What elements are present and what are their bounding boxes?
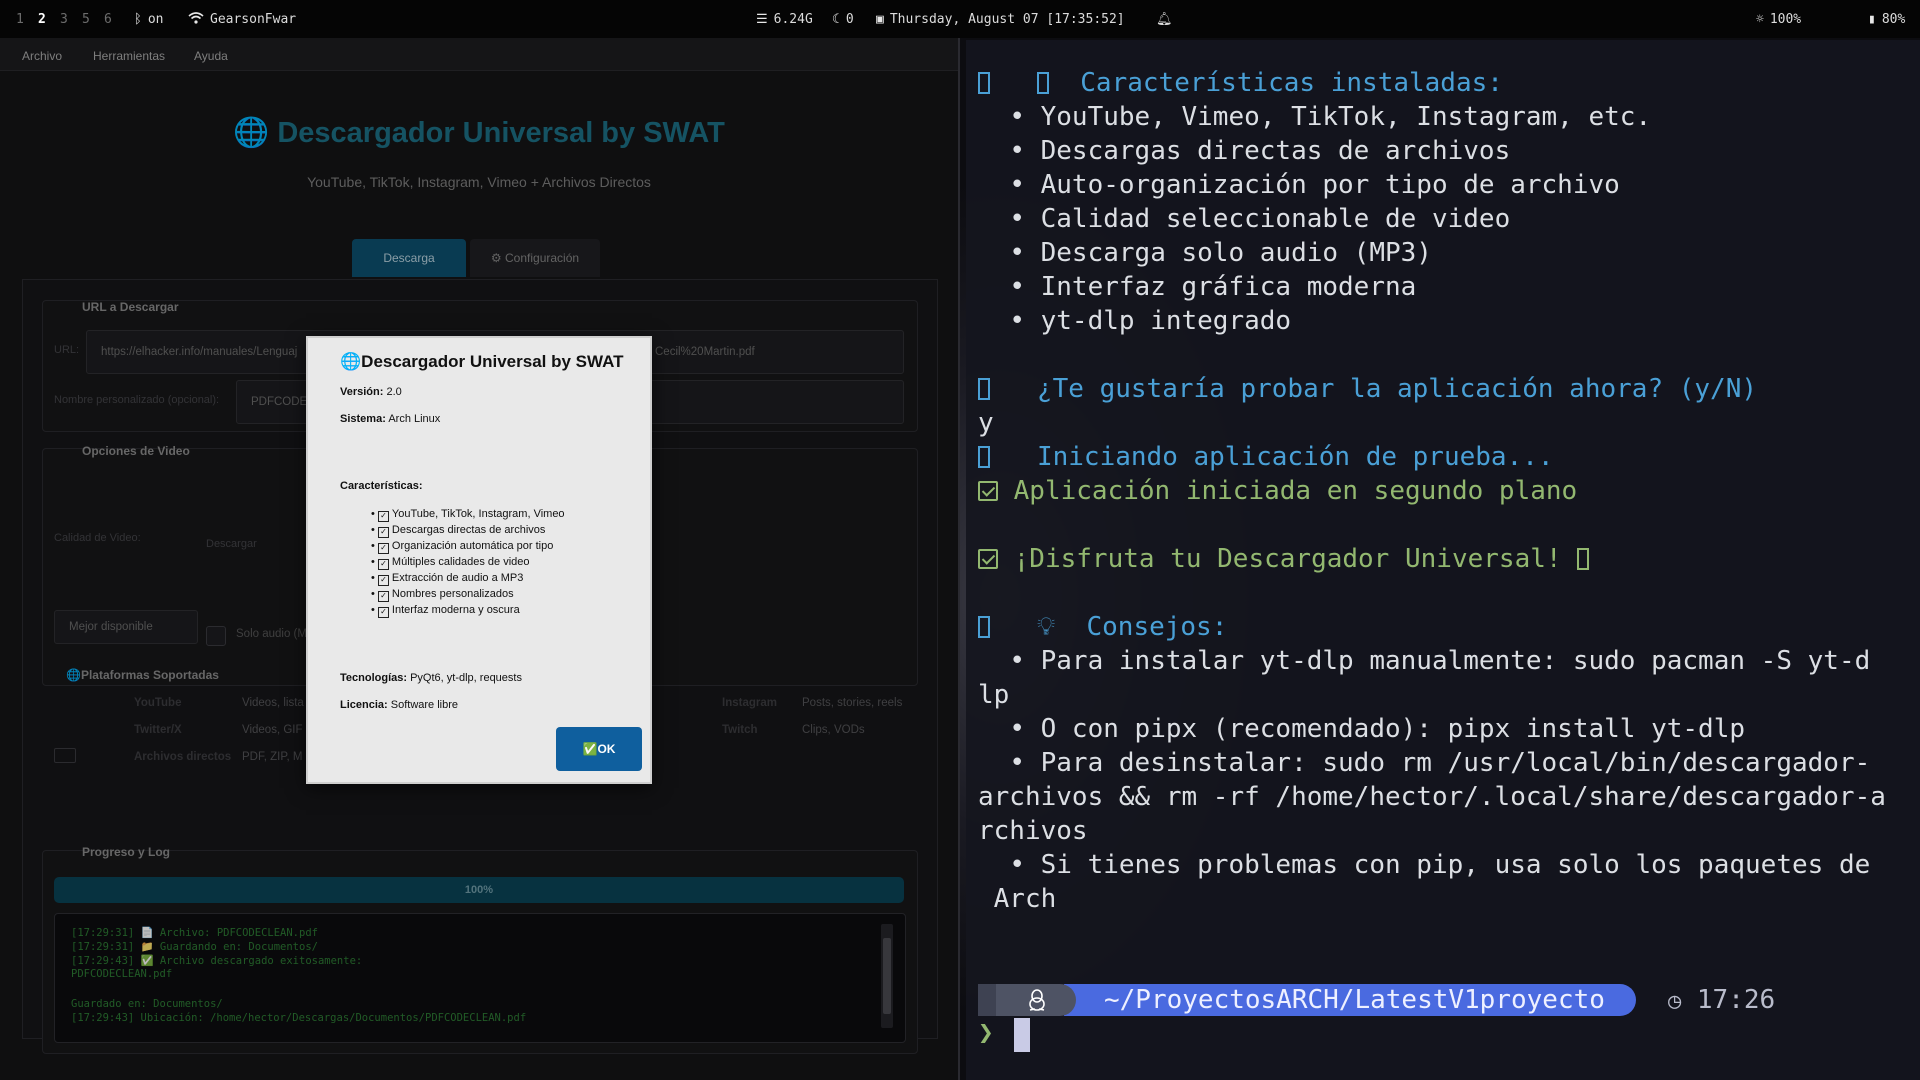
feature-line: • Descarga solo audio (MP3) bbox=[1009, 238, 1432, 268]
tip-line: • Para desinstalar: sudo rm /usr/local/b… bbox=[1009, 748, 1871, 778]
checkbox-icon: ✓ bbox=[377, 575, 389, 586]
wifi-icon bbox=[188, 12, 204, 24]
feature-line: • YouTube, Vimeo, TikTok, Instagram, etc… bbox=[1009, 102, 1652, 132]
tip-line: • Si tienes problemas con pip, usa solo … bbox=[1009, 850, 1871, 880]
battery-icon: ▮ bbox=[1868, 12, 1876, 27]
workspace-3[interactable]: 3 bbox=[60, 12, 68, 27]
prompt-path: ~/ProyectosARCH/LatestV1proyecto bbox=[1104, 985, 1605, 1015]
bluetooth-icon: ᛒ bbox=[134, 12, 142, 27]
feature-item: • ✓ Descargas directas de archivos bbox=[371, 524, 546, 538]
shell-prompt: ~/ProyectosARCH/LatestV1proyecto bbox=[978, 984, 1648, 1016]
feature-item: • ✓ Nombres personalizados bbox=[371, 588, 514, 602]
checkbox-icon: ✓ bbox=[377, 591, 389, 602]
feature-item: • ✓ Extracción de audio a MP3 bbox=[371, 572, 524, 586]
wifi-status[interactable]: GearsonFwar bbox=[188, 12, 296, 27]
brightness-icon: ☼ bbox=[1756, 12, 1764, 27]
answer-line: y bbox=[978, 408, 994, 438]
updates-status[interactable]: ☾ 0 bbox=[832, 12, 854, 27]
tip-line: archivos && rm -rf /home/hector/.local/s… bbox=[978, 782, 1886, 812]
feature-line: • yt-dlp integrado bbox=[1009, 306, 1292, 336]
feature-item: • ✓ Múltiples calidades de video bbox=[371, 556, 530, 570]
tip-line: • Para instalar yt-dlp manualmente: sudo… bbox=[1009, 646, 1871, 676]
tip-line: Arch bbox=[978, 884, 1057, 914]
clock-icon: ◷ bbox=[1668, 989, 1682, 1014]
checkbox-icon: ✓ bbox=[377, 527, 389, 538]
prompt-caret: ❯ bbox=[978, 1018, 994, 1048]
started-line: Aplicación iniciada en segundo plano bbox=[978, 476, 1577, 506]
license-line: Licencia: Software libre bbox=[340, 699, 459, 711]
tip-line: rchivos bbox=[978, 816, 1088, 846]
memory-status: ☰ 6.24G bbox=[756, 12, 813, 27]
terminal-window[interactable]: Características instaladas: • YouTube, V… bbox=[966, 40, 1920, 1080]
tip-line: lp bbox=[978, 680, 1010, 710]
question-line: ¿Te gustaría probar la aplicación ahora?… bbox=[978, 374, 1757, 404]
glyph-icon bbox=[978, 378, 990, 400]
linux-icon bbox=[1029, 989, 1045, 1011]
prompt-clock: ◷ 17:26 bbox=[1668, 985, 1776, 1015]
text-cursor bbox=[1014, 1018, 1030, 1052]
checkbox-icon: ✓ bbox=[377, 607, 389, 618]
feature-line: • Calidad seleccionable de video bbox=[1009, 204, 1511, 234]
feature-line: • Interfaz gráfica moderna bbox=[1009, 272, 1417, 302]
dialog-title: 🌐Descargador Universal by SWAT bbox=[340, 352, 624, 371]
checkbox-icon: ✓ bbox=[377, 511, 389, 522]
system-line: Sistema: Arch Linux bbox=[340, 413, 441, 425]
workspace-1[interactable]: 1 bbox=[16, 12, 24, 27]
tips-header: 💡︎ Consejos: bbox=[978, 612, 1227, 643]
check-icon bbox=[978, 481, 998, 501]
technologies-line: Tecnologías: PyQt6, yt-dlp, requests bbox=[340, 672, 522, 684]
workspace-5[interactable]: 5 bbox=[82, 12, 90, 27]
bluetooth-status[interactable]: ᛒ on bbox=[134, 12, 163, 27]
glyph-icon bbox=[1577, 548, 1590, 570]
enjoy-line: ¡Disfruta tu Descargador Universal! bbox=[978, 544, 1590, 574]
lightbulb-icon: 💡︎ bbox=[1036, 612, 1056, 642]
version-line: Versión: 2.0 bbox=[340, 386, 402, 398]
tip-line: • O con pipx (recomendado): pipx install… bbox=[1009, 714, 1746, 744]
glyph-icon bbox=[978, 72, 990, 94]
calendar-icon: ▣ bbox=[876, 12, 884, 27]
workspace-6[interactable]: 6 bbox=[104, 12, 112, 27]
package-icon bbox=[1036, 72, 1049, 94]
feature-item: • ✓ Organización automática por tipo bbox=[371, 540, 554, 554]
glyph-icon bbox=[978, 616, 990, 638]
checkbox-icon: ✓ bbox=[377, 559, 389, 570]
workspace-2[interactable]: 2 bbox=[38, 12, 46, 27]
checkbox-icon: ✓ bbox=[377, 543, 389, 554]
memory-icon: ☰ bbox=[756, 12, 768, 27]
feature-line: • Auto-organización por tipo de archivo bbox=[1009, 170, 1620, 200]
notification-icon[interactable]: 🔔︎ bbox=[1156, 12, 1173, 27]
glyph-icon bbox=[978, 446, 990, 468]
feature-item: • ✓ YouTube, TikTok, Instagram, Vimeo bbox=[371, 508, 565, 522]
feature-line: • Descargas directas de archivos bbox=[1009, 136, 1511, 166]
features-label: Características: bbox=[340, 480, 423, 492]
features-header: Características instaladas: bbox=[978, 68, 1503, 98]
starting-line: Iniciando aplicación de prueba... bbox=[978, 442, 1554, 472]
about-dialog: 🌐Descargador Universal by SWAT Versión: … bbox=[306, 336, 652, 784]
top-status-bar: 1 2 3 5 6 ᛒ on GearsonFwar ☰ 6.24G ☾ 0 ▣ Thu… bbox=[0, 0, 1920, 38]
battery-status: ▮ 80% bbox=[1868, 12, 1906, 27]
feature-item: • ✓ Interfaz moderna y oscura bbox=[371, 604, 520, 618]
moon-icon: ☾ bbox=[832, 12, 840, 27]
ok-button[interactable]: ✅OK bbox=[556, 727, 642, 771]
clock[interactable]: ▣ Thursday, August 07 [17:35:52] bbox=[876, 12, 1125, 27]
brightness-status[interactable]: ☼ 100% bbox=[1756, 12, 1801, 27]
check-icon bbox=[978, 549, 998, 569]
